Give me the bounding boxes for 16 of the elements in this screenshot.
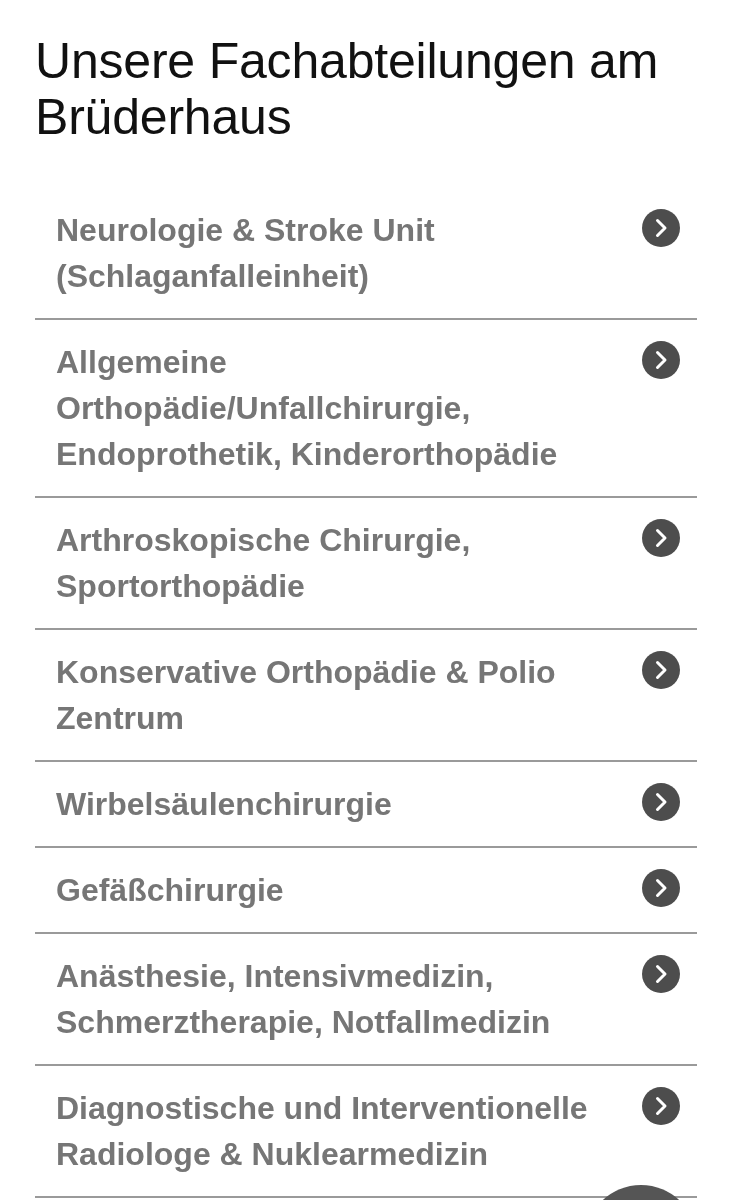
chevron-right-icon [642,869,680,907]
department-link[interactable]: Neurologie & Stroke Unit (Schlaganfalleinheit) [35,188,697,320]
chevron-right-icon [642,209,680,247]
chevron-right-icon [642,1087,680,1125]
chevron-right-icon [642,341,680,379]
department-link[interactable]: Allgemeine Orthopädie/Unfallchirurgie, Endoprothetik, Kinderorthopädie [35,320,697,498]
department-link[interactable]: Anästhesie, Intensivmedizin, Schmerztherapie, Notfallmedizin [35,934,697,1066]
chevron-right-icon [642,955,680,993]
chevron-right-icon [642,651,680,689]
department-link[interactable]: Wirbelsäulenchirurgie [35,762,697,848]
department-link[interactable]: Konservative Orthopädie & Polio Zentrum [35,630,697,762]
chevron-right-icon [642,783,680,821]
department-link[interactable]: Arthroskopische Chirurgie, Sportorthopädie [35,498,697,630]
chevron-right-icon [642,519,680,557]
page-title: Unsere Fachabteilungen am Brüderhaus [35,33,660,145]
department-link[interactable]: Gefäßchirurgie [35,848,697,934]
